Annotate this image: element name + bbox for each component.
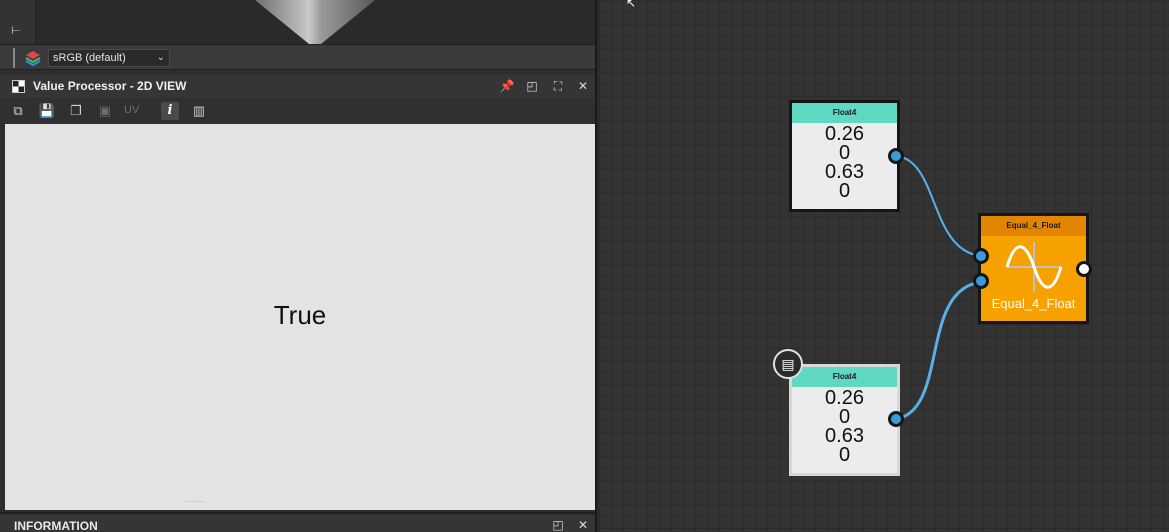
3d-view-area[interactable]: ⊢	[0, 0, 595, 44]
colorspace-select-value: sRGB (default)	[53, 52, 126, 64]
uv-dropdown[interactable]: UV	[124, 104, 139, 116]
float4-node-bottom[interactable]: Float4 0.26 0 0.63 0	[789, 364, 900, 476]
close-icon[interactable]: ✕	[575, 78, 591, 94]
image-icon[interactable]: ▣	[96, 102, 114, 120]
info-panel-title: INFORMATION	[14, 519, 98, 532]
export-icon[interactable]: ⧉	[9, 102, 27, 120]
sine-wave-icon	[1005, 242, 1063, 292]
info-panel-header: INFORMATION ◰ ✕	[0, 512, 595, 532]
node-graph[interactable]: Float4 0.26 0 0.63 0 Float4 0.26 0 0.63 …	[599, 0, 1169, 532]
3d-model-preview	[255, 0, 375, 44]
node-title: Float4	[792, 367, 897, 387]
colorspace-select[interactable]: sRGB (default) ⌄	[48, 49, 170, 67]
close-icon[interactable]: ✕	[575, 517, 591, 532]
view-panel-title: Value Processor - 2D VIEW	[33, 79, 187, 93]
colorspace-bar: sRGB (default) ⌄	[0, 44, 595, 70]
layers-icon[interactable]	[24, 50, 42, 66]
restore-icon[interactable]: ◰	[524, 78, 540, 94]
node-title: Float4	[792, 103, 897, 123]
toolbar-grip[interactable]	[13, 48, 15, 68]
2d-view-icon	[12, 80, 25, 93]
result-value: True	[273, 300, 327, 330]
value-w: 0	[838, 180, 851, 202]
divider	[185, 501, 205, 502]
3d-side-toolbar: ⊢	[0, 0, 36, 44]
node-title: Equal_4_Float	[981, 216, 1086, 236]
chevron-down-icon: ⌄	[156, 52, 165, 63]
maximize-icon[interactable]: ⛶	[550, 78, 566, 94]
document-icon[interactable]: ▤	[773, 349, 803, 379]
left-panel: ⊢ sRGB (default) ⌄ Value Processor - 2D …	[0, 0, 597, 532]
input-port-a[interactable]	[973, 248, 989, 264]
float4-node-top[interactable]: Float4 0.26 0 0.63 0	[789, 100, 900, 212]
copy-icon[interactable]: ❐	[67, 102, 85, 120]
mouse-cursor-icon: ↖	[626, 0, 637, 10]
node-label: Equal_4_Float	[991, 296, 1076, 311]
pin-icon[interactable]: 📌	[499, 78, 515, 94]
input-port-b[interactable]	[973, 273, 989, 289]
info-icon[interactable]: i	[161, 102, 179, 120]
value-w: 0	[838, 444, 851, 466]
equal-node[interactable]: Equal_4_Float Equal_4_Float	[978, 213, 1089, 324]
histogram-icon[interactable]: ▥	[190, 102, 208, 120]
view-panel-header: Value Processor - 2D VIEW 📌 ◰ ⛶ ✕	[0, 74, 595, 98]
restore-icon[interactable]: ◰	[550, 517, 566, 532]
view-toolbar: ⧉ 💾 ❐ ▣ UV i ▥	[0, 98, 595, 124]
2d-view-canvas[interactable]: True	[5, 124, 595, 510]
output-port[interactable]	[888, 411, 904, 427]
wire-bottom	[895, 280, 982, 421]
hierarchy-icon[interactable]: ⊢	[11, 24, 25, 38]
save-icon[interactable]: 💾	[38, 102, 56, 120]
output-port[interactable]	[1076, 261, 1092, 277]
output-port[interactable]	[888, 148, 904, 164]
wire-top	[895, 155, 982, 257]
